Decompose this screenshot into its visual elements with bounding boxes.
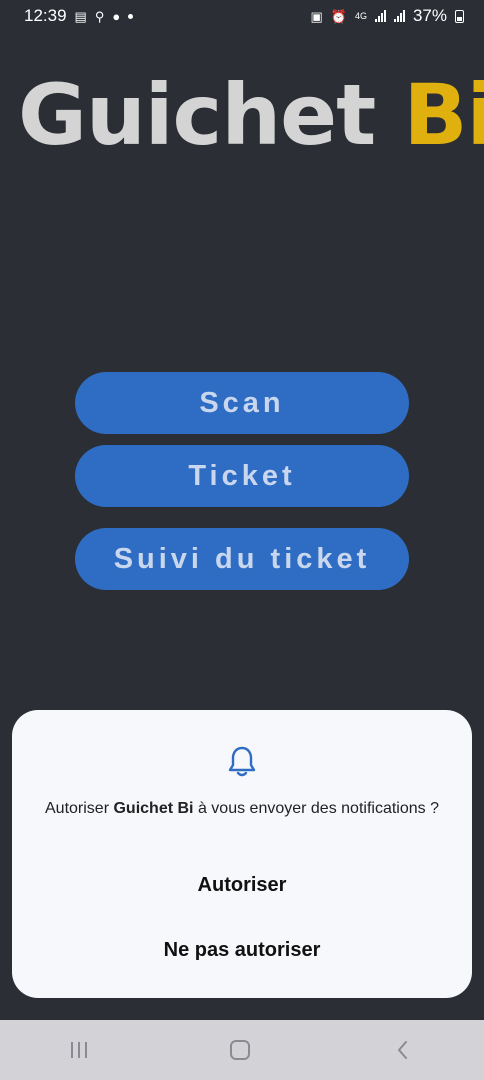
alarm-icon: ⏰: [330, 8, 347, 24]
chat-icon: ●: [112, 8, 121, 24]
home-icon[interactable]: [229, 1040, 250, 1060]
navigation-bar: [0, 1020, 484, 1080]
dialog-message-suffix: à vous envoyer des notifications ?: [197, 800, 439, 817]
dot-icon: [128, 13, 134, 19]
recent-apps-icon[interactable]: [71, 1042, 88, 1058]
logo-text-guichet: Guichet: [18, 66, 376, 164]
status-left: 12:39 ▤ ⚲ ●: [24, 6, 134, 26]
status-bar: 12:39 ▤ ⚲ ● ▣ ⏰ 4G 37%: [0, 0, 484, 32]
status-time: 12:39: [24, 6, 67, 25]
deny-button[interactable]: Ne pas autoriser: [12, 939, 472, 962]
battery-percent: 37%: [412, 6, 447, 25]
bell-icon: [228, 746, 256, 777]
network-4g-icon: 4G: [354, 10, 367, 21]
gallery-icon: ▤: [74, 8, 87, 24]
status-right: ▣ ⏰ 4G 37%: [310, 6, 464, 26]
dialog-app-name: Guichet Bi: [113, 800, 194, 817]
usb-icon: ⚲: [94, 8, 105, 24]
logo-text-bi: Bi: [403, 66, 484, 164]
back-icon[interactable]: [393, 1039, 413, 1061]
battery-icon: [455, 9, 464, 23]
ticket-button[interactable]: Ticket: [75, 445, 409, 507]
dialog-message-prefix: Autoriser: [45, 800, 110, 817]
signal-icon: [374, 10, 386, 22]
app-logo: Guichet Bi: [18, 70, 484, 160]
notification-permission-dialog: Autoriser Guichet Bi à vous envoyer des …: [12, 710, 472, 998]
allow-button[interactable]: Autoriser: [12, 874, 472, 897]
track-ticket-button[interactable]: Suivi du ticket: [75, 528, 409, 590]
battery-saver-icon: ▣: [310, 8, 323, 24]
scan-button[interactable]: Scan: [75, 372, 409, 434]
dialog-message: Autoriser Guichet Bi à vous envoyer des …: [42, 798, 442, 820]
signal-icon: [393, 10, 405, 22]
